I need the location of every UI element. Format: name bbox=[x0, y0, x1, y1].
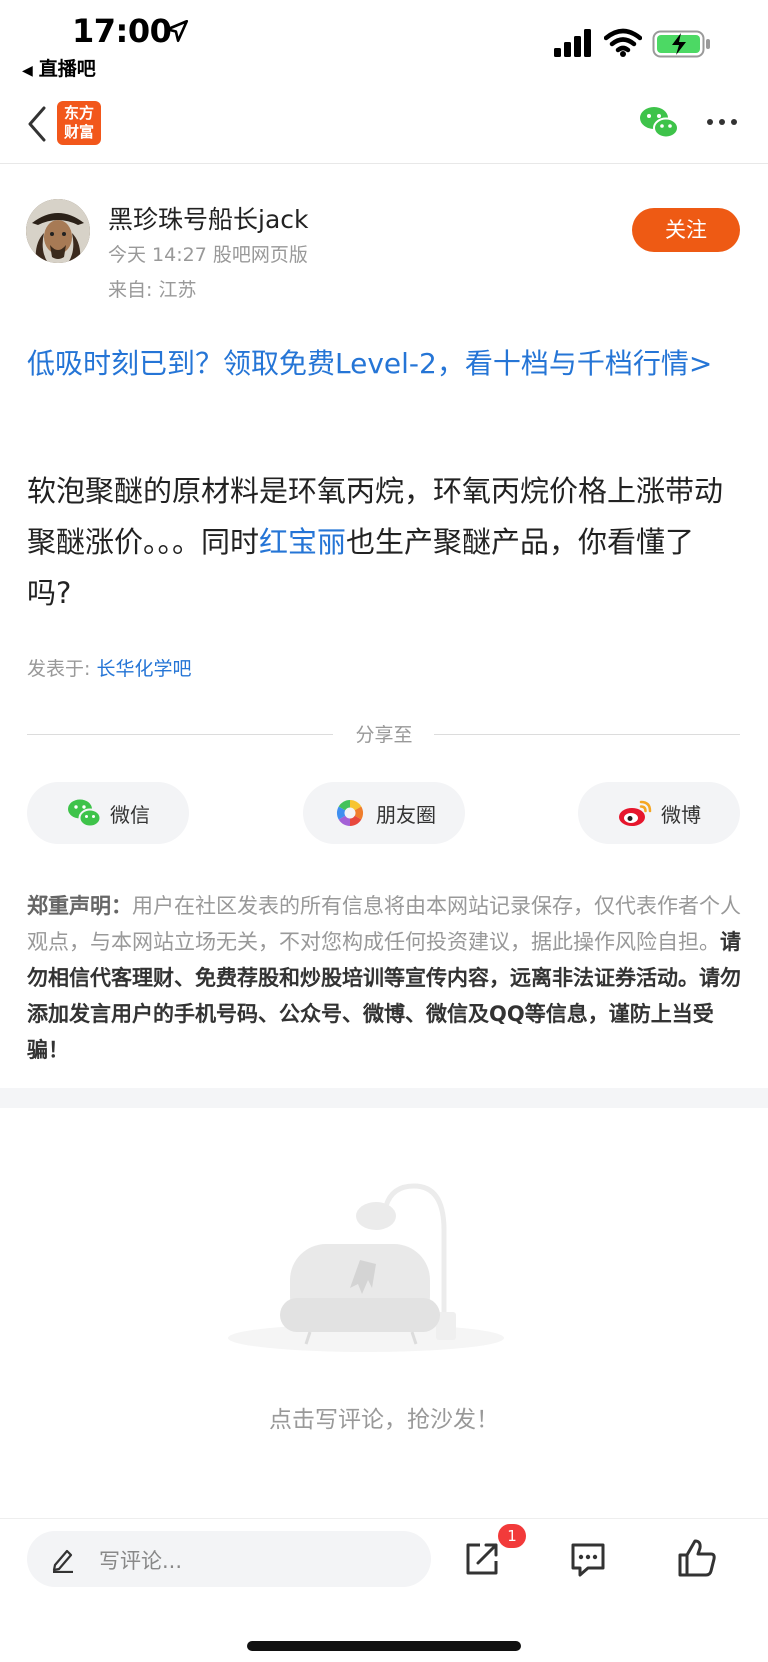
empty-sofa-illustration bbox=[228, 1183, 504, 1352]
pen-icon bbox=[52, 1549, 73, 1573]
share-weibo-label: 微博 bbox=[661, 802, 701, 827]
share-divider-right bbox=[434, 734, 740, 735]
wifi-icon bbox=[604, 28, 642, 57]
back-chevron-icon[interactable] bbox=[22, 102, 52, 146]
bar-link[interactable]: 长华化学吧 bbox=[96, 658, 191, 680]
empty-comments-text[interactable]: 点击写评论，抢沙发！ bbox=[0, 1400, 768, 1434]
posted-in: 发表于: 长华化学吧 bbox=[27, 654, 191, 681]
back-triangle-icon: ◀ bbox=[22, 63, 33, 79]
posted-in-label: 发表于: bbox=[27, 658, 91, 680]
avatar-image bbox=[26, 199, 90, 263]
wechat-icon bbox=[68, 799, 102, 828]
stock-link[interactable]: 红宝丽 bbox=[259, 525, 346, 559]
back-to-app-link[interactable]: ◀ 直播吧 bbox=[22, 54, 96, 81]
section-divider bbox=[0, 1088, 768, 1108]
post-location: 来自: 江苏 bbox=[108, 279, 197, 301]
comment-placeholder: 写评论... bbox=[99, 1549, 183, 1573]
author-avatar[interactable] bbox=[26, 199, 90, 263]
status-bar: 17:00 ◀ 直播吧 bbox=[0, 0, 768, 90]
eastmoney-logo[interactable]: 东方财富 bbox=[57, 101, 101, 145]
home-indicator bbox=[247, 1641, 521, 1651]
share-weibo-button[interactable]: 微博 bbox=[578, 782, 740, 844]
status-time: 17:00 bbox=[72, 12, 172, 50]
bottom-bar: 写评论... 1 bbox=[0, 1518, 768, 1662]
share-moments-label: 朋友圈 bbox=[376, 802, 436, 827]
follow-button[interactable]: 关注 bbox=[632, 208, 740, 252]
share-icon[interactable] bbox=[462, 1539, 502, 1579]
comments-icon[interactable] bbox=[568, 1539, 608, 1579]
post-content: 软泡聚醚的原材料是环氧丙烷，环氧丙烷价格上涨带动聚醚涨价。。。同时红宝丽也生产聚… bbox=[27, 466, 737, 619]
thumbs-up-icon[interactable] bbox=[676, 1537, 718, 1579]
disclaimer: 郑重声明：用户在社区发表的所有信息将由本网站记录保存，仅代表作者个人观点，与本网… bbox=[27, 888, 741, 1068]
share-wechat-button[interactable]: 微信 bbox=[27, 782, 189, 844]
share-count-badge: 1 bbox=[498, 1524, 526, 1548]
comment-input[interactable]: 写评论... bbox=[27, 1531, 431, 1587]
cellular-signal-icon bbox=[554, 29, 591, 57]
disclaimer-text: 用户在社区发表的所有信息将由本网站记录保存，仅代表作者个人观点，与本网站立场无关… bbox=[27, 894, 741, 954]
moments-icon bbox=[336, 799, 364, 827]
author-name[interactable]: 黑珍珠号船长jack bbox=[108, 200, 309, 236]
share-title: 分享至 bbox=[355, 724, 413, 746]
share-wechat-label: 微信 bbox=[110, 802, 150, 827]
share-moments-button[interactable]: 朋友圈 bbox=[303, 782, 465, 844]
share-divider-left bbox=[27, 734, 333, 735]
nav-bar: 东方财富 bbox=[0, 90, 768, 164]
battery-charging-icon bbox=[652, 30, 710, 58]
more-icon[interactable] bbox=[702, 104, 742, 140]
disclaimer-label: 郑重声明： bbox=[27, 894, 132, 918]
weibo-icon bbox=[619, 800, 652, 826]
wechat-share-icon[interactable] bbox=[638, 104, 680, 140]
back-app-label: 直播吧 bbox=[38, 58, 96, 80]
level2-promo-link[interactable]: 低吸时刻已到？领取免费Level-2，看十档与千档行情> bbox=[27, 342, 727, 386]
location-arrow-icon bbox=[165, 19, 189, 43]
post-time: 今天 14:27 股吧网页版 bbox=[108, 244, 308, 266]
